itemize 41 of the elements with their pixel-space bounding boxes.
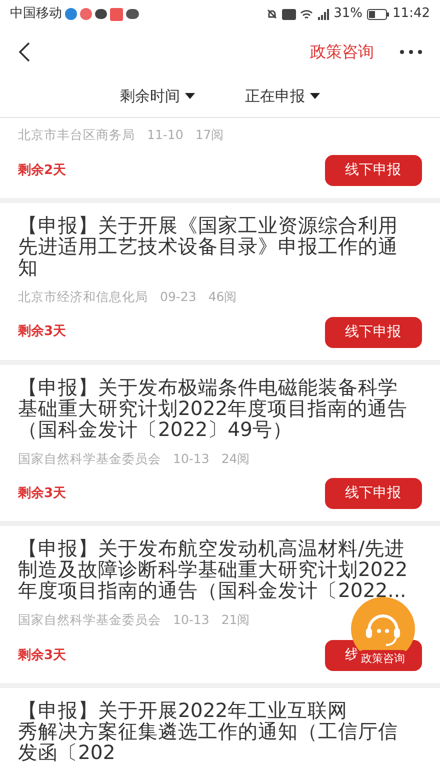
apply-button[interactable]: 线下申报: [325, 154, 422, 186]
battery-percent: 31%: [334, 5, 363, 24]
list-card[interactable]: 【申报】关于发布极端条件电磁能装备科学 基础重大研究计划2022年度项目指南的通告 （国科金发计〔2022〕49号） 国家自然科学基金委员会 10-13 24阅 剩余3天 线下申报: [0, 364, 440, 522]
list-card[interactable]: 北京市丰台区商务局 11-10 17阅 剩余2天 线下申报: [0, 118, 440, 198]
item-title: 【申报】关于发布航空发动机高温材料/先进 制造及故障诊断科学基础重大研究计划2022 年度项目指南的通告（国科金发计〔2022...: [18, 538, 409, 602]
caret-icon: [185, 93, 195, 99]
item-reads: 21阅: [221, 611, 250, 630]
remaining-days: 剩余3天: [18, 322, 66, 342]
apply-button[interactable]: 线下申报: [325, 316, 422, 348]
item-source: 北京市经济和信息化局: [18, 288, 148, 306]
remaining-days: 剩余3天: [18, 646, 66, 666]
item-reads: 24阅: [221, 450, 250, 468]
more-icon[interactable]: [400, 50, 422, 54]
mute-icon: [266, 8, 278, 20]
list-card[interactable]: 【申报】关于开展《国家工业资源综合利用 先进适用工艺技术设备目录》申报工作的通 知 北京市经济和信息化局 09-23 46阅 剩余3天 线下申报: [0, 202, 440, 360]
filter-dropdown[interactable]: 正在申报: [245, 84, 320, 108]
clock: 11:42: [392, 5, 430, 24]
wifi-icon: [300, 8, 313, 20]
carrier-name: 中国移动: [10, 5, 62, 24]
policy-consult-link[interactable]: 政策咨询: [310, 40, 374, 64]
item-source: 国家自然科学基金委员会: [18, 450, 161, 468]
item-date: 10-13: [173, 611, 210, 630]
item-date: 11-10: [147, 126, 184, 144]
back-icon[interactable]: [18, 42, 30, 62]
list-card[interactable]: 【申报】关于开展2022年工业互联网 秀解决方案征集遴选工作的通知（工信厅信 发函〔202: [0, 688, 440, 770]
item-title: 【申报】关于开展《国家工业资源综合利用 先进适用工艺技术设备目录》申报工作的通 知: [18, 214, 399, 278]
remaining-days: 剩余3天: [18, 484, 66, 504]
item-date: 10-13: [173, 450, 210, 468]
item-reads: 46阅: [208, 288, 238, 306]
item-title: 【申报】关于开展2022年工业互联网 秀解决方案征集遴选工作的通知（工信厅信 发函〔202: [18, 700, 399, 763]
item-reads: 17阅: [195, 126, 224, 144]
item-date: 09-23: [160, 288, 196, 306]
item-source: 国家自然科学基金委员会: [18, 611, 161, 630]
remaining-days: 剩余2天: [18, 160, 66, 180]
apply-button[interactable]: 线下申报: [325, 478, 422, 510]
signal-icon: [316, 8, 330, 20]
caret-icon: [310, 93, 320, 99]
item-source: 北京市丰台区商务局: [18, 126, 135, 144]
battery-icon: [366, 8, 389, 20]
filter-dropdown[interactable]: 剩余时间: [120, 84, 195, 108]
item-title: 【申报】关于发布极端条件电磁能装备科学 基础重大研究计划2022年度项目指南的通告 （国科金发计〔2022〕49号）: [18, 376, 409, 440]
